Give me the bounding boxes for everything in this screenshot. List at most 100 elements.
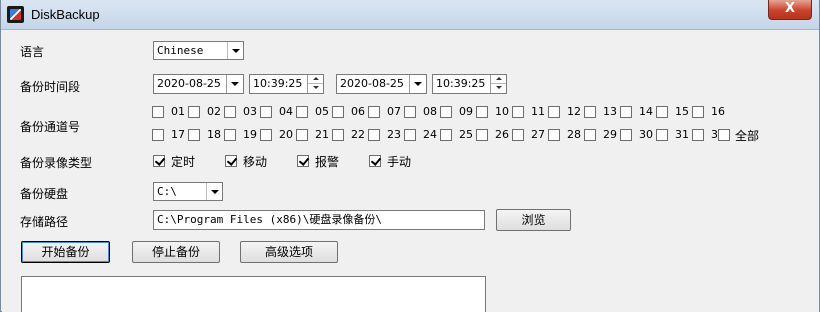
record-type-0-label: 定时 xyxy=(171,155,196,169)
chevron-down-icon[interactable] xyxy=(227,42,243,59)
log-output[interactable] xyxy=(21,276,486,312)
channel-18-checkbox[interactable] xyxy=(188,129,200,141)
start-time-value: 10:39:25 xyxy=(253,77,303,90)
window-title: DiskBackup xyxy=(31,7,100,22)
channel-07-checkbox[interactable] xyxy=(368,106,380,118)
end-date-value: 2020-08-25 xyxy=(340,77,404,90)
channel-23-checkbox[interactable] xyxy=(368,129,380,141)
browse-button[interactable]: 浏览 xyxy=(496,209,571,231)
channel-30-label: 30 xyxy=(639,128,653,141)
channel-01-checkbox[interactable] xyxy=(152,106,164,118)
start-backup-button[interactable]: 开始备份 xyxy=(21,241,110,263)
channel-27-label: 27 xyxy=(531,128,545,141)
title-bar[interactable]: DiskBackup X xyxy=(1,0,819,30)
spin-down-icon[interactable] xyxy=(308,84,323,93)
channel-16-label: 16 xyxy=(711,105,725,118)
channel-12-label: 12 xyxy=(567,105,581,118)
record-type-3-checkbox[interactable] xyxy=(369,155,381,167)
channel-11-checkbox[interactable] xyxy=(512,106,524,118)
channel-28-checkbox[interactable] xyxy=(548,129,560,141)
channel-01-label: 01 xyxy=(171,105,185,118)
channel-13-label: 13 xyxy=(603,105,617,118)
chevron-down-icon[interactable] xyxy=(409,75,426,93)
record-type-1-label: 移动 xyxy=(243,155,268,169)
app-logo-icon xyxy=(7,6,24,23)
channel-all-checkbox[interactable] xyxy=(718,129,730,141)
channel-26-checkbox[interactable] xyxy=(476,129,488,141)
channel-13-checkbox[interactable] xyxy=(584,106,596,118)
path-input[interactable]: C:\Program Files (x86)\硬盘录像备份\ xyxy=(153,210,485,230)
start-time-spinner[interactable]: 10:39:25 xyxy=(249,74,324,94)
record-type-3-label: 手动 xyxy=(387,155,412,169)
language-select[interactable]: Chinese xyxy=(153,41,244,60)
channel-24-checkbox[interactable] xyxy=(404,129,416,141)
channel-03-checkbox[interactable] xyxy=(224,106,236,118)
channel-05-label: 05 xyxy=(315,105,329,118)
record-type-1-checkbox[interactable] xyxy=(225,155,237,167)
channel-04-checkbox[interactable] xyxy=(260,106,272,118)
channel-31-checkbox[interactable] xyxy=(656,129,668,141)
channel-28-label: 28 xyxy=(567,128,581,141)
channel-17-checkbox[interactable] xyxy=(152,129,164,141)
spin-up-icon[interactable] xyxy=(491,75,506,84)
channel-22-checkbox[interactable] xyxy=(332,129,344,141)
record-type-2-label: 报警 xyxy=(315,155,340,169)
channel-09-checkbox[interactable] xyxy=(440,106,452,118)
disk-label: 备份硬盘 xyxy=(20,187,69,201)
channel-29-label: 29 xyxy=(603,128,617,141)
channel-07-label: 07 xyxy=(387,105,401,118)
chevron-down-icon[interactable] xyxy=(226,75,243,93)
end-time-spinner[interactable]: 10:39:25 xyxy=(432,74,507,94)
channel-15-label: 15 xyxy=(675,105,689,118)
channel-31-label: 31 xyxy=(675,128,689,141)
spin-down-icon[interactable] xyxy=(491,84,506,93)
channel-02-label: 02 xyxy=(207,105,221,118)
channel-12-checkbox[interactable] xyxy=(548,106,560,118)
channel-25-checkbox[interactable] xyxy=(440,129,452,141)
chevron-down-icon[interactable] xyxy=(206,183,222,200)
spin-buttons[interactable] xyxy=(490,75,506,93)
channel-21-label: 21 xyxy=(315,128,329,141)
record-type-label: 备份录像类型 xyxy=(20,156,93,170)
channel-19-label: 19 xyxy=(243,128,257,141)
channel-10-label: 10 xyxy=(495,105,509,118)
channel-14-checkbox[interactable] xyxy=(620,106,632,118)
channel-10-checkbox[interactable] xyxy=(476,106,488,118)
disk-select[interactable]: C:\ xyxy=(153,182,223,201)
channel-03-label: 03 xyxy=(243,105,257,118)
channel-24-label: 24 xyxy=(423,128,437,141)
advanced-options-button[interactable]: 高级选项 xyxy=(240,241,338,263)
channel-06-checkbox[interactable] xyxy=(332,106,344,118)
path-label: 存储路径 xyxy=(20,215,69,229)
channel-15-checkbox[interactable] xyxy=(656,106,668,118)
channel-11-label: 11 xyxy=(531,105,545,118)
channel-04-label: 04 xyxy=(279,105,293,118)
spin-up-icon[interactable] xyxy=(308,75,323,84)
diskbackup-window: DiskBackup X 语言 Chinese 备份时间段 2020-08-25… xyxy=(0,0,820,312)
language-value: Chinese xyxy=(157,44,204,57)
spin-buttons[interactable] xyxy=(307,75,323,93)
channel-18-label: 18 xyxy=(207,128,221,141)
channel-30-checkbox[interactable] xyxy=(620,129,632,141)
language-label: 语言 xyxy=(20,45,45,59)
start-date-picker[interactable]: 2020-08-25 xyxy=(153,74,244,94)
channel-02-checkbox[interactable] xyxy=(188,106,200,118)
channel-27-checkbox[interactable] xyxy=(512,129,524,141)
channel-29-checkbox[interactable] xyxy=(584,129,596,141)
channel-32-checkbox[interactable] xyxy=(692,129,704,141)
channel-26-label: 26 xyxy=(495,128,509,141)
channel-20-checkbox[interactable] xyxy=(260,129,272,141)
channel-21-checkbox[interactable] xyxy=(296,129,308,141)
channel-16-checkbox[interactable] xyxy=(692,106,704,118)
record-type-2-checkbox[interactable] xyxy=(297,155,309,167)
channel-22-label: 22 xyxy=(351,128,365,141)
record-type-0-checkbox[interactable] xyxy=(153,155,165,167)
channel-05-checkbox[interactable] xyxy=(296,106,308,118)
channel-19-checkbox[interactable] xyxy=(224,129,236,141)
channel-09-label: 09 xyxy=(459,105,473,118)
close-button[interactable]: X xyxy=(768,0,812,20)
end-date-picker[interactable]: 2020-08-25 xyxy=(336,74,427,94)
stop-backup-button[interactable]: 停止备份 xyxy=(132,241,220,263)
start-date-value: 2020-08-25 xyxy=(157,77,221,90)
channel-08-checkbox[interactable] xyxy=(404,106,416,118)
